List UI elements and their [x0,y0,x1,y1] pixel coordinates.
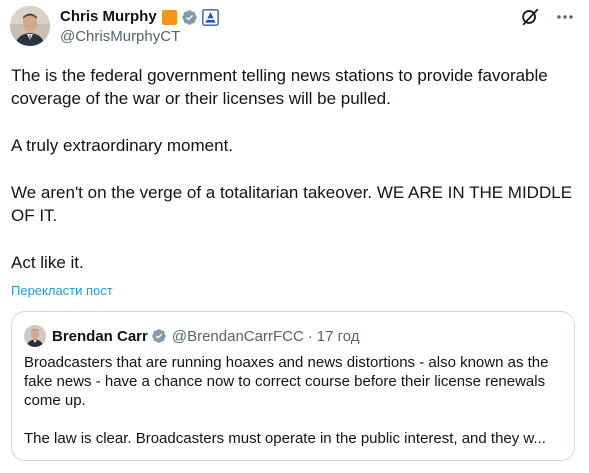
author-handle[interactable]: @ChrisMurphyCT [60,28,180,46]
orange-badge-icon [161,9,177,25]
tweet-body: The is the federal government telling ne… [11,64,579,274]
author-display-name[interactable]: Chris Murphy [60,8,157,26]
quoted-author-handle: @BrendanCarrFCC [171,327,304,345]
author-avatar[interactable] [10,6,50,46]
quoted-paragraph: The law is clear. Broadcasters must oper… [24,430,546,447]
separator-dot: · [307,327,313,345]
quoted-paragraph: Broadcasters that are running hoaxes and… [24,354,549,409]
tweet-paragraph: A truly extraordinary moment. [11,136,234,155]
tweet-paragraph: We aren't on the verge of a totalitarian… [11,183,573,225]
author-name-row: Chris Murphy [60,8,219,26]
tweet-paragraph: Act like it. [11,253,84,272]
top-actions [519,6,575,28]
government-affiliation-icon[interactable] [201,8,219,26]
quoted-tweet-body: Broadcasters that are running hoaxes and… [24,353,564,448]
quoted-timestamp: 17 год [316,327,360,345]
verified-badge-icon [152,329,166,343]
quoted-tweet[interactable]: Brendan Carr @BrendanCarrFCC · 17 год Br… [11,311,575,461]
more-options-icon[interactable] [555,7,575,27]
quoted-author-name: Brendan Carr [52,327,148,345]
grok-icon[interactable] [519,6,541,28]
tweet-paragraph: The is the federal government telling ne… [11,66,548,108]
quoted-tweet-header: Brendan Carr @BrendanCarrFCC · 17 год [24,325,360,347]
verified-badge-icon[interactable] [181,9,198,26]
tweet-card: Chris Murphy @ChrisMurphyCT The is the f… [0,0,589,473]
translate-post-link[interactable]: Перекласти пост [11,283,113,299]
quoted-author-avatar [24,325,46,347]
